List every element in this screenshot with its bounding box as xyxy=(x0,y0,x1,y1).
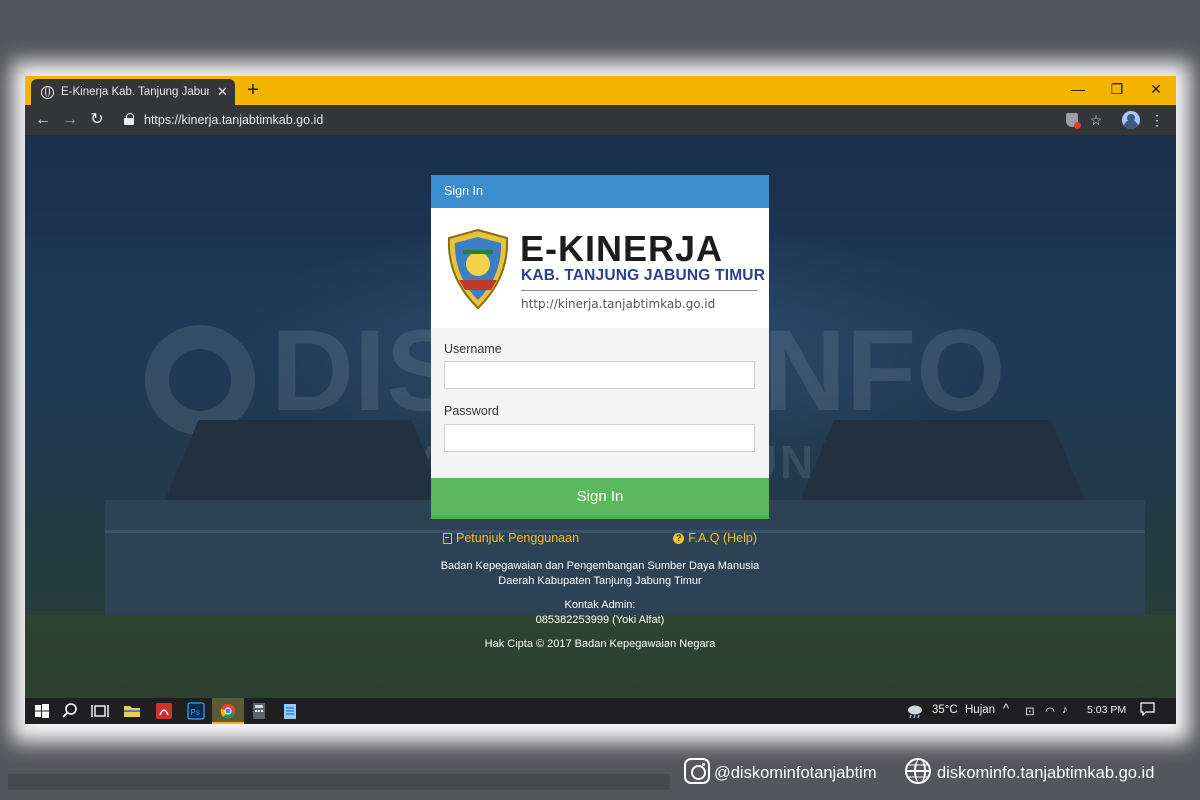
username-input[interactable] xyxy=(444,361,755,389)
notification-icon[interactable] xyxy=(1140,702,1155,719)
weather-rain-icon xyxy=(908,705,922,719)
login-card: Sign In E-KINERJA KAB. TANJUNG JABUNG TI… xyxy=(431,175,769,519)
org-line2: Daerah Kabupaten Tanjung Jabung Timur xyxy=(498,575,702,587)
volume-icon[interactable]: ♪ xyxy=(1062,704,1068,716)
website-url: diskominfo.tanjabtimkab.go.id xyxy=(937,764,1155,782)
faq-link-label: F.A.Q (Help) xyxy=(688,531,757,545)
tab-bar: E-Kinerja Kab. Tanjung Jabung Timur ✕ + … xyxy=(25,76,1176,105)
pdf-file-icon xyxy=(443,532,452,544)
calculator-icon[interactable] xyxy=(249,701,269,721)
forward-button[interactable]: → xyxy=(59,109,81,131)
url-field[interactable]: https://kinerja.tanjabtimkab.go.id xyxy=(144,113,323,127)
tab-close-icon[interactable]: ✕ xyxy=(217,84,228,100)
chrome-icon xyxy=(220,703,236,719)
help-links: Petunjuk Penggunaan ? F.A.Q (Help) xyxy=(443,531,757,547)
guide-link[interactable]: Petunjuk Penggunaan xyxy=(443,531,579,545)
address-bar: ← → ↻ https://kinerja.tanjabtimkab.go.id… xyxy=(25,105,1176,135)
org-line1: Badan Kepegawaian dan Pengembangan Sumbe… xyxy=(440,560,760,572)
minimize-button[interactable]: — xyxy=(1059,76,1097,105)
page-background: DISKOMINFO TANJUNG JABUNG Sign In E-KINE… xyxy=(25,135,1176,698)
instagram-handle: @diskominfotanjabtim xyxy=(714,764,877,782)
weather-text[interactable]: Hujan xyxy=(965,704,995,716)
weather-temp[interactable]: 35°C xyxy=(932,704,958,716)
browser-tab[interactable]: E-Kinerja Kab. Tanjung Jabung Timur ✕ xyxy=(31,79,235,105)
building-roof-right xyxy=(800,420,1085,500)
logo-area: E-KINERJA KAB. TANJUNG JABUNG TIMUR http… xyxy=(431,208,769,328)
wifi-icon[interactable]: ◠ xyxy=(1045,704,1055,718)
notepad-icon[interactable] xyxy=(280,701,300,721)
brand-url: http://kinerja.tanjabtimkab.go.id xyxy=(521,297,716,311)
brand-subtitle: KAB. TANJUNG JABUNG TIMUR xyxy=(521,267,766,284)
chevron-up-icon[interactable]: ^ xyxy=(1003,701,1009,716)
username-label: Username xyxy=(444,342,502,356)
meet-icon[interactable]: ⊡ xyxy=(1025,704,1035,718)
globe-icon xyxy=(41,85,54,99)
clock-time[interactable]: 5:03 PM xyxy=(1087,704,1126,716)
copyright-text: Hak Cipta © 2017 Badan Kepegawaian Negar… xyxy=(484,638,716,650)
faq-link[interactable]: ? F.A.Q (Help) xyxy=(673,531,757,545)
globe-icon xyxy=(905,758,931,784)
contact-value: 085382253999 (Yoki Alfat) xyxy=(535,614,665,626)
password-input[interactable] xyxy=(444,424,755,452)
contact-label: Kontak Admin: xyxy=(564,599,636,611)
brand-divider xyxy=(521,290,757,291)
reload-button[interactable]: ↻ xyxy=(86,109,108,131)
photoshop-icon[interactable]: Ps xyxy=(186,701,206,721)
brand-title: E-KINERJA xyxy=(520,228,724,269)
sign-in-button[interactable]: Sign In xyxy=(431,478,769,519)
extension-icon[interactable] xyxy=(1066,113,1081,129)
profile-avatar[interactable] xyxy=(1122,111,1140,129)
question-icon: ? xyxy=(673,532,685,544)
task-view-icon[interactable] xyxy=(90,701,110,721)
acrobat-icon[interactable] xyxy=(154,701,174,721)
footer-bar xyxy=(8,774,670,790)
file-explorer-icon[interactable] xyxy=(122,701,142,721)
instagram-icon xyxy=(684,758,710,784)
regency-emblem-icon xyxy=(447,228,509,310)
restore-button[interactable]: ❐ xyxy=(1098,76,1136,105)
browser-window: E-Kinerja Kab. Tanjung Jabung Timur ✕ + … xyxy=(25,76,1176,724)
tab-title: E-Kinerja Kab. Tanjung Jabung Timur xyxy=(61,86,209,98)
bookmark-star-icon[interactable]: ☆ xyxy=(1086,110,1106,130)
svg-text:Ps: Ps xyxy=(191,708,200,717)
login-form: Username Password xyxy=(431,328,769,478)
new-tab-button[interactable]: + xyxy=(243,79,263,101)
password-label: Password xyxy=(444,404,499,418)
back-button[interactable]: ← xyxy=(32,109,54,131)
card-header: Sign In xyxy=(431,175,769,208)
lock-icon xyxy=(124,113,134,125)
windows-start-icon[interactable] xyxy=(32,701,52,721)
guide-link-label: Petunjuk Penggunaan xyxy=(456,531,580,545)
windows-taskbar: Ps 35°C Hujan ^ ⊡ ◠ ♪ 5:03 PM xyxy=(25,698,1176,724)
search-icon[interactable] xyxy=(60,701,80,721)
chrome-taskbar-button[interactable] xyxy=(212,698,244,724)
close-window-button[interactable]: ✕ xyxy=(1137,76,1175,105)
building-roof-left xyxy=(165,420,445,500)
browser-menu-icon[interactable]: ⋮ xyxy=(1147,110,1167,130)
